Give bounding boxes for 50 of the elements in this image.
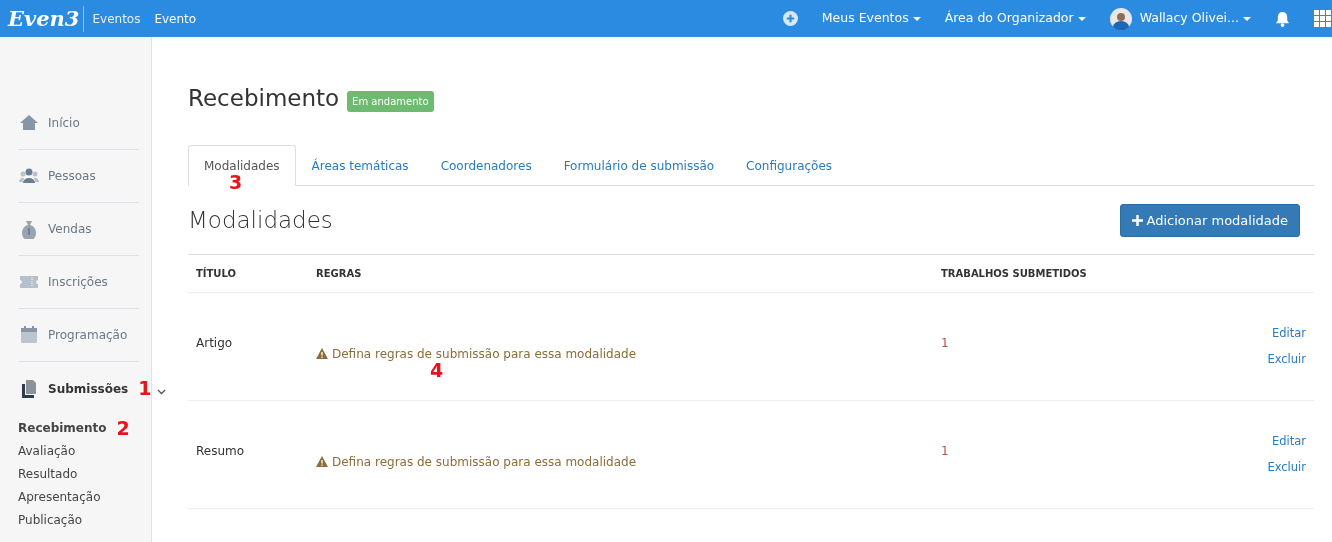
bell-icon[interactable]	[1275, 10, 1290, 27]
warning-icon	[316, 456, 328, 468]
rules-warning: Defina regras de submissão para essa modalidade	[316, 344, 637, 363]
avatar	[1109, 7, 1132, 30]
page-title: Recebimento	[188, 85, 340, 113]
submenu-item[interactable]: Avaliação	[18, 440, 76, 463]
user-menu[interactable]: Wallacy Olivei...	[1139, 9, 1251, 28]
add-icon[interactable]	[782, 11, 798, 26]
add-button[interactable]: Adicionar modalidade	[1119, 203, 1300, 238]
home-icon	[18, 113, 40, 133]
sidebar-item[interactable]: Início	[18, 97, 139, 150]
column-header: TRABALHOS SUBMETIDOS	[933, 254, 1218, 293]
people-icon	[18, 166, 40, 186]
annotation-number: 4	[430, 361, 444, 381]
section-title: Modalidades	[188, 206, 333, 235]
calendar-icon	[18, 325, 40, 345]
annotation-number: 1	[138, 379, 152, 398]
table-cell: Resumo	[188, 400, 308, 509]
sidebar-item[interactable]: Vendas	[18, 203, 139, 256]
column-header: TÍTULO	[188, 254, 308, 293]
rules-warning: Defina regras de submissão para essa modalidade	[316, 452, 637, 471]
tab[interactable]: Áreas temáticas	[295, 144, 425, 186]
sidebar-item[interactable]: Pessoas	[18, 150, 139, 203]
status-badge: Em andamento	[347, 90, 434, 112]
tab[interactable]: Coordenadores	[424, 144, 548, 186]
submenu-item[interactable]: Resultado	[18, 463, 78, 486]
action-link[interactable]: Excluir	[1267, 350, 1306, 368]
table-cell: Artigo	[188, 292, 308, 401]
dropdown-menu-link[interactable]: Área do Organizador	[944, 9, 1086, 28]
tab[interactable]: Formulário de submissão	[547, 144, 731, 186]
apps-grid-icon[interactable]	[1314, 9, 1332, 28]
action-link[interactable]: Editar	[1271, 325, 1306, 343]
dropdown-menu-link[interactable]: Meus Eventos	[821, 9, 921, 28]
annotation-number: 2	[116, 419, 130, 438]
sidebar-item[interactable]: Programação	[18, 309, 139, 362]
action-link[interactable]: Editar	[1271, 433, 1306, 451]
submitted-count: 1	[941, 443, 949, 458]
breadcrumb-link[interactable]: Evento	[154, 9, 197, 28]
breadcrumb-link[interactable]: Eventos	[92, 9, 141, 28]
tab[interactable]: Configurações	[730, 144, 849, 186]
action-link[interactable]: Excluir	[1267, 458, 1306, 476]
plus-icon	[1131, 214, 1143, 226]
sidebar-item[interactable]: Submissões 1	[18, 362, 167, 415]
submitted-count: 1	[941, 335, 949, 350]
sidebar-item[interactable]: Inscrições	[18, 256, 139, 309]
logo[interactable]: Even3	[8, 5, 85, 32]
warning-icon	[316, 348, 328, 360]
submenu-item[interactable]: Publicação	[18, 509, 83, 532]
submenu-item[interactable]: Apresentação	[18, 486, 101, 509]
column-header: REGRAS	[308, 254, 933, 293]
